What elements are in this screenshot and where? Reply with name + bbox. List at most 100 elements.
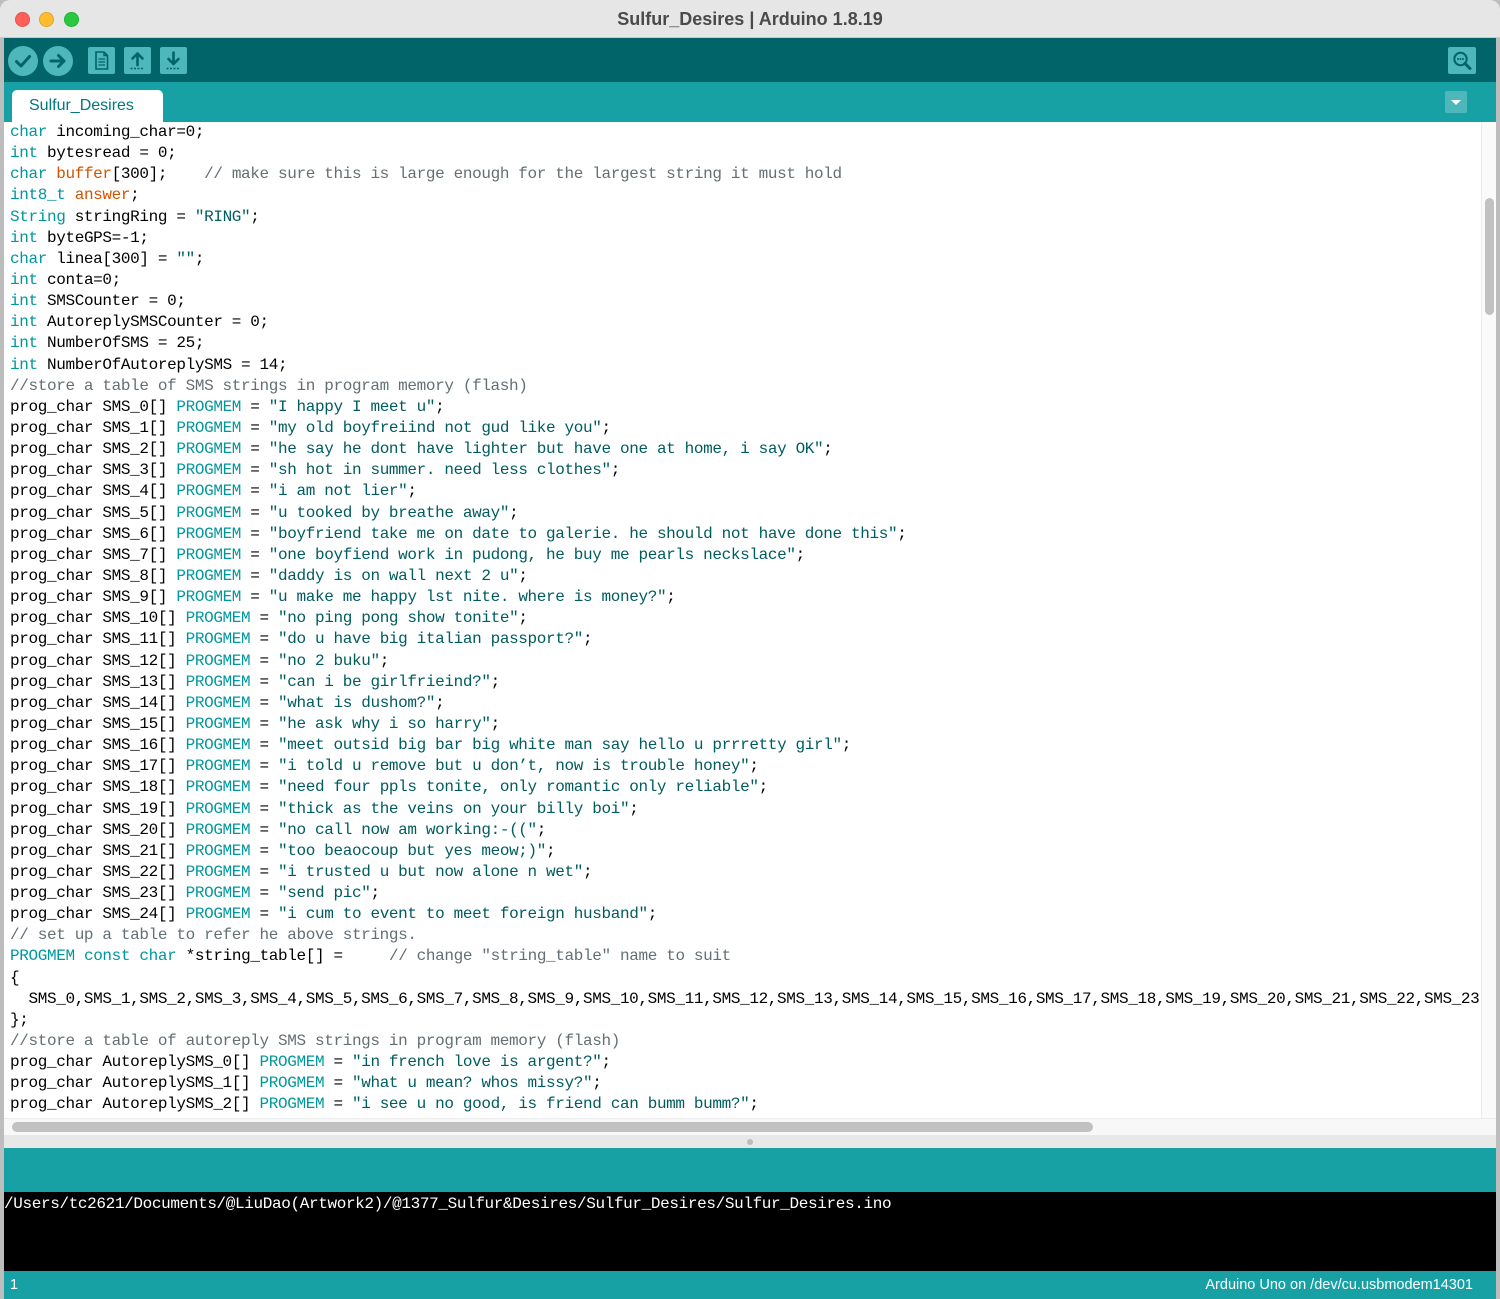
verify-button[interactable]: [8, 46, 38, 76]
code-line[interactable]: int conta=0;: [10, 270, 1481, 291]
code-line[interactable]: prog_char SMS_7[] PROGMEM = "one boyfien…: [10, 545, 1481, 566]
code-token-text: prog_char SMS_5[]: [10, 503, 177, 522]
code-token-keyword: PROGMEM: [176, 524, 242, 543]
code-line[interactable]: SMS_0,SMS_1,SMS_2,SMS_3,SMS_4,SMS_5,SMS_…: [10, 989, 1481, 1010]
code-line[interactable]: PROGMEM const char *string_table[] = // …: [10, 946, 1481, 967]
code-line[interactable]: prog_char SMS_24[] PROGMEM = "i cum to e…: [10, 904, 1481, 925]
code-line[interactable]: prog_char SMS_4[] PROGMEM = "i am not li…: [10, 481, 1481, 502]
code-line[interactable]: String stringRing = "RING";: [10, 207, 1481, 228]
code-line[interactable]: int NumberOfAutoreplySMS = 14;: [10, 355, 1481, 376]
horizontal-scrollbar[interactable]: [4, 1118, 1496, 1135]
code-token-text: =: [250, 862, 279, 881]
code-line[interactable]: prog_char SMS_12[] PROGMEM = "no 2 buku"…: [10, 651, 1481, 672]
code-token-text: ;: [629, 799, 639, 818]
code-line[interactable]: char incoming_char=0;: [10, 122, 1481, 143]
code-line[interactable]: prog_char SMS_17[] PROGMEM = "i told u r…: [10, 756, 1481, 777]
code-line[interactable]: prog_char SMS_19[] PROGMEM = "thick as t…: [10, 799, 1481, 820]
code-line[interactable]: prog_char SMS_0[] PROGMEM = "I happy I m…: [10, 397, 1481, 418]
code-token-text: bytesread = 0;: [37, 144, 177, 163]
chevron-down-icon: [1451, 100, 1461, 105]
code-line[interactable]: prog_char SMS_3[] PROGMEM = "sh hot in s…: [10, 460, 1481, 481]
code-token-text: ;: [490, 672, 501, 691]
code-token-keyword: int: [10, 334, 38, 353]
code-token-string: "i cum to event to meet foreign husband": [278, 905, 648, 924]
code-token-keyword: PROGMEM: [176, 461, 242, 480]
code-token-comment: // set up a table to refer he above stri…: [10, 926, 417, 945]
code-line[interactable]: prog_char SMS_13[] PROGMEM = "can i be g…: [10, 672, 1481, 693]
code-token-comment: // make sure this is large enough for th…: [204, 165, 842, 184]
horizontal-scrollbar-thumb[interactable]: [12, 1122, 1093, 1132]
code-token-keyword: PROGMEM: [185, 820, 251, 839]
code-token-text: =: [324, 1074, 352, 1093]
code-text-area[interactable]: char incoming_char=0; int bytesread = 0; c…: [4, 122, 1481, 1118]
code-token-keyword: PROGMEM: [185, 862, 251, 881]
vertical-scrollbar[interactable]: [1481, 122, 1496, 1118]
code-line[interactable]: //store a table of SMS strings in progra…: [10, 376, 1481, 397]
code-token-text: prog_char SMS_24[]: [10, 905, 186, 924]
code-line[interactable]: prog_char AutoreplySMS_2[] PROGMEM = "i …: [10, 1094, 1481, 1115]
code-line[interactable]: prog_char SMS_18[] PROGMEM = "need four …: [10, 777, 1481, 798]
code-line[interactable]: prog_char SMS_22[] PROGMEM = "i trusted …: [10, 862, 1481, 883]
code-line[interactable]: prog_char AutoreplySMS_1[] PROGMEM = "wh…: [10, 1073, 1481, 1094]
code-line[interactable]: prog_char SMS_2[] PROGMEM = "he say he d…: [10, 439, 1481, 460]
code-line[interactable]: int AutoreplySMSCounter = 0;: [10, 312, 1481, 333]
code-line[interactable]: char linea[300] = "";: [10, 249, 1481, 270]
open-sketch-button[interactable]: [124, 47, 151, 74]
code-line[interactable]: };: [10, 1010, 1481, 1031]
title-bar[interactable]: Sulfur_Desires | Arduino 1.8.19: [0, 0, 1500, 38]
serial-monitor-button[interactable]: [1448, 47, 1476, 74]
code-token-text: ;: [130, 186, 140, 205]
new-sketch-button[interactable]: [88, 47, 115, 74]
tab-menu-button[interactable]: [1445, 91, 1467, 113]
code-token-text: =: [241, 461, 269, 480]
code-token-keyword: char: [10, 123, 47, 141]
save-sketch-button[interactable]: [160, 47, 187, 74]
code-token-text: prog_char SMS_3[]: [10, 461, 177, 480]
code-line[interactable]: prog_char SMS_15[] PROGMEM = "he ask why…: [10, 714, 1481, 735]
upload-button[interactable]: [43, 46, 73, 76]
code-line[interactable]: prog_char SMS_1[] PROGMEM = "my old boyf…: [10, 418, 1481, 439]
code-token-text: SMS_0,SMS_1,SMS_2,SMS_3,SMS_4,SMS_5,SMS_…: [10, 989, 1480, 1008]
line-number: 1: [10, 1277, 19, 1293]
code-line[interactable]: prog_char SMS_16[] PROGMEM = "meet outsi…: [10, 735, 1481, 756]
code-line[interactable]: char buffer[300]; // make sure this is l…: [10, 164, 1481, 185]
code-line[interactable]: int NumberOfSMS = 25;: [10, 333, 1481, 354]
code-token-text: =: [241, 418, 269, 437]
upload-icon: [49, 54, 66, 68]
code-token-text: ;: [435, 397, 445, 416]
code-line[interactable]: prog_char AutoreplySMS_0[] PROGMEM = "in…: [10, 1052, 1481, 1073]
code-token-string: "one boyfiend work in pudong, he buy me …: [268, 545, 796, 564]
code-line[interactable]: prog_char SMS_20[] PROGMEM = "no call no…: [10, 820, 1481, 841]
code-line[interactable]: // set up a table to refer he above stri…: [10, 925, 1481, 946]
code-token-string: "he say he dont have lighter but have on…: [268, 440, 824, 459]
code-editor[interactable]: char incoming_char=0; int bytesread = 0; c…: [4, 122, 1496, 1118]
code-token-comment: // change "string_table" name to suit: [388, 947, 731, 966]
code-line[interactable]: int bytesread = 0;: [10, 143, 1481, 164]
code-token-text: ;: [546, 841, 556, 860]
code-line[interactable]: int byteGPS=-1;: [10, 228, 1481, 249]
code-line[interactable]: prog_char SMS_5[] PROGMEM = "u tooked by…: [10, 503, 1481, 524]
code-line[interactable]: int8_t answer;: [10, 185, 1481, 206]
code-line[interactable]: prog_char SMS_6[] PROGMEM = "boyfriend t…: [10, 524, 1481, 545]
code-line[interactable]: prog_char SMS_10[] PROGMEM = "no ping po…: [10, 608, 1481, 629]
code-line[interactable]: {: [10, 968, 1481, 989]
code-token-keyword: PROGMEM: [185, 799, 251, 818]
vertical-scrollbar-thumb[interactable]: [1485, 198, 1494, 315]
code-line[interactable]: prog_char SMS_23[] PROGMEM = "send pic";: [10, 883, 1481, 904]
tab-sulfur-desires[interactable]: Sulfur_Desires: [12, 90, 163, 122]
panel-divider[interactable]: [4, 1135, 1496, 1148]
code-token-text: stringRing =: [65, 207, 195, 226]
code-token-text: prog_char SMS_17[]: [10, 757, 186, 776]
code-line[interactable]: prog_char SMS_9[] PROGMEM = "u make me h…: [10, 587, 1481, 608]
code-line[interactable]: //store a table of autoreply SMS strings…: [10, 1031, 1481, 1052]
code-line[interactable]: prog_char SMS_11[] PROGMEM = "do u have …: [10, 629, 1481, 650]
code-token-keyword: PROGMEM: [185, 672, 251, 691]
code-line[interactable]: prog_char SMS_8[] PROGMEM = "daddy is on…: [10, 566, 1481, 587]
code-line[interactable]: prog_char SMS_21[] PROGMEM = "too beaoco…: [10, 841, 1481, 862]
code-line[interactable]: int SMSCounter = 0;: [10, 291, 1481, 312]
code-token-keyword: PROGMEM: [176, 503, 242, 522]
code-token-text: ;: [592, 1074, 602, 1093]
tab-bar: Sulfur_Desires: [4, 82, 1496, 122]
code-line[interactable]: prog_char SMS_14[] PROGMEM = "what is du…: [10, 693, 1481, 714]
